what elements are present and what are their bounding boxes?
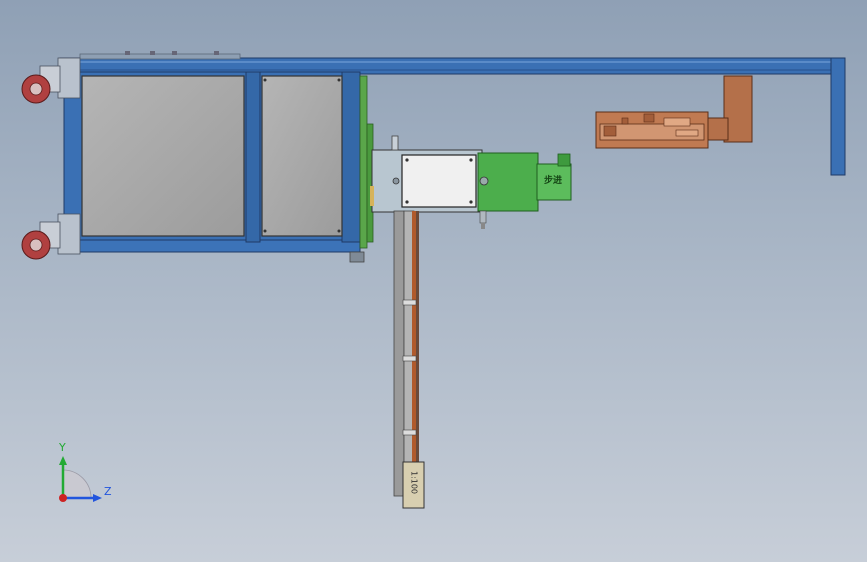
cad-drawing	[21, 51, 846, 509]
stepper-motor-label: 步进	[543, 176, 562, 186]
copper-assembly	[595, 75, 753, 149]
cabinet-top-plate	[79, 51, 241, 60]
y-axis-label: Y	[59, 441, 66, 454]
rail-end-label: 1:100	[409, 470, 419, 495]
caster-bottom	[21, 213, 81, 260]
caster-top	[21, 57, 81, 104]
axis-triad: Y Z	[48, 440, 118, 510]
vertical-rail	[393, 210, 419, 497]
cabinet-panel-right	[261, 75, 343, 237]
cabinet-panel-left	[81, 75, 245, 237]
right-post	[830, 57, 846, 176]
cad-viewport[interactable]: 步进 1:100 Y Z	[0, 0, 867, 562]
z-axis-label: Z	[104, 485, 112, 498]
motor-housing	[477, 152, 539, 229]
linear-carriage	[370, 135, 483, 213]
